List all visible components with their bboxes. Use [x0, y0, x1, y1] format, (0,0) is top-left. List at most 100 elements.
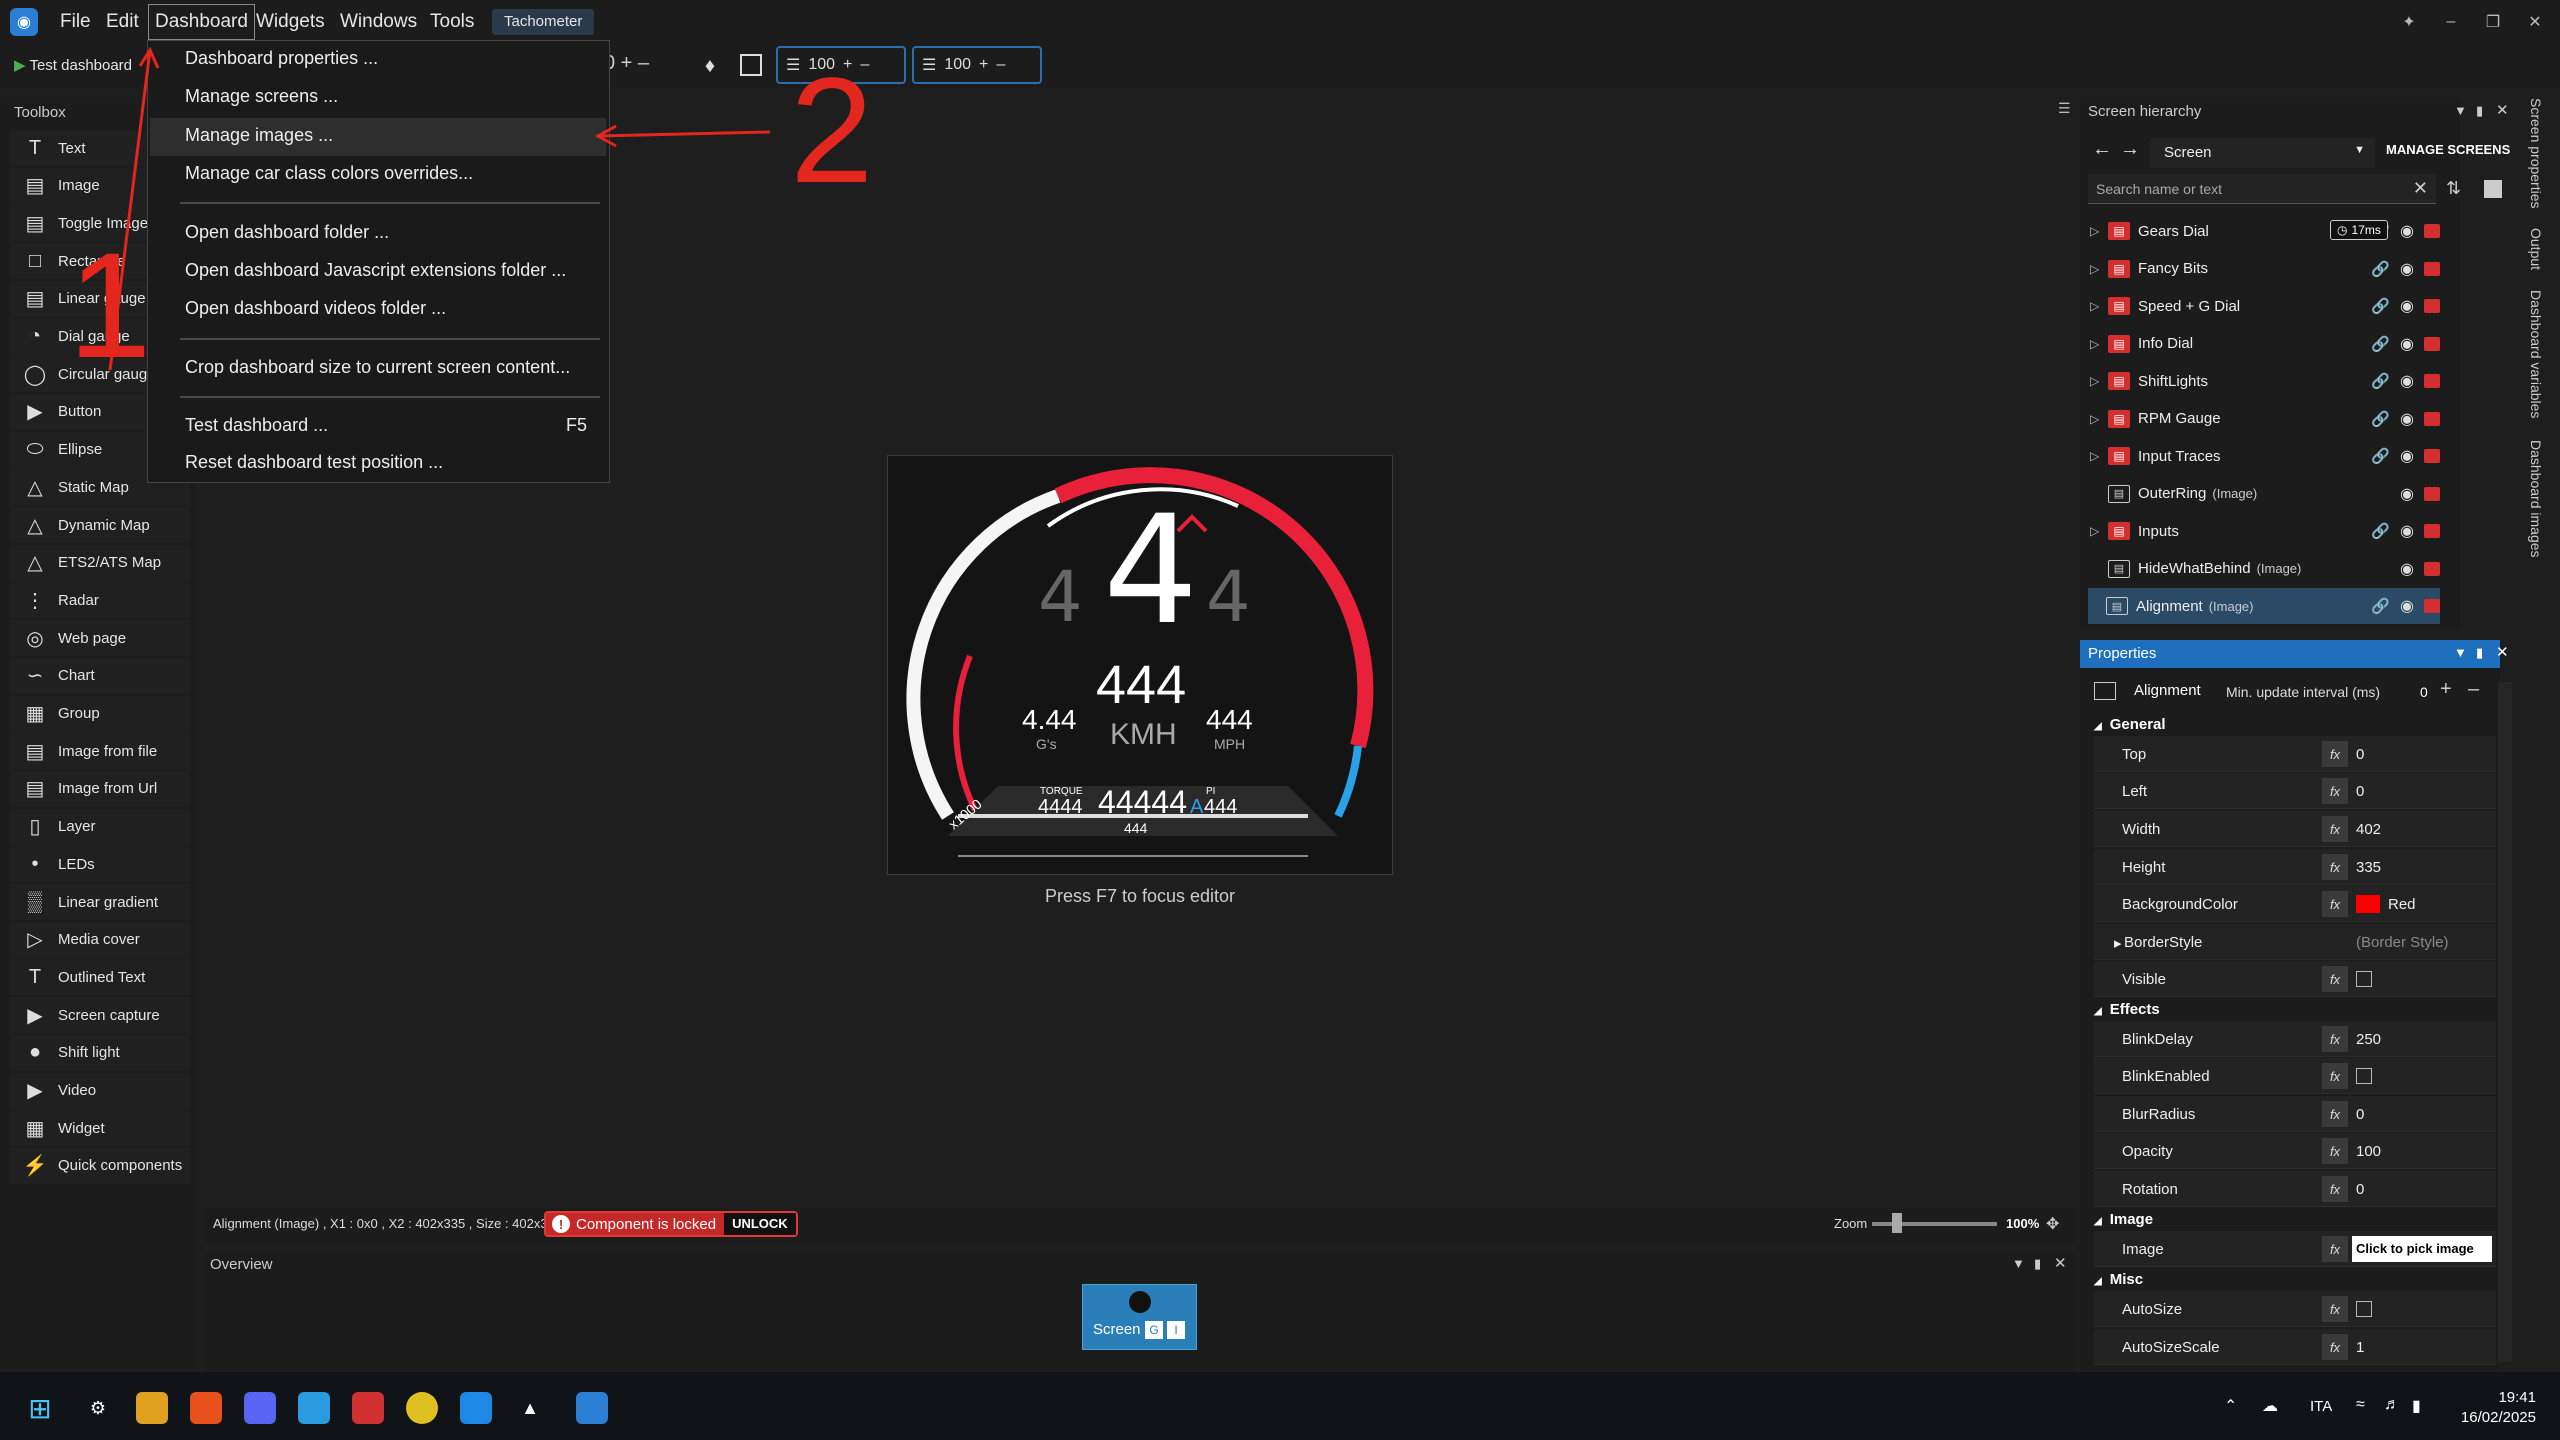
expand-arrow-icon[interactable]: ▷ — [2090, 262, 2108, 276]
hierarchy-row[interactable]: ▷ ▤ Input Traces 🔗 ◉ — [2090, 438, 2440, 474]
volume-icon[interactable]: ♬ — [2384, 1396, 2400, 1414]
lock-icon[interactable] — [2424, 561, 2440, 576]
properties-scrollbar[interactable] — [2498, 682, 2512, 1362]
lock-icon[interactable] — [2424, 299, 2440, 313]
prop-top[interactable]: Top fx 0 — [2094, 736, 2496, 772]
clipboard-icon[interactable] — [2484, 180, 2502, 198]
manage-screens-button[interactable]: MANAGE SCREENS — [2386, 142, 2510, 157]
lock-icon[interactable] — [2424, 486, 2440, 501]
prop-value[interactable]: 0 — [2356, 783, 2364, 800]
link-icon[interactable]: 🔗 — [2371, 410, 2390, 428]
formula-icon[interactable]: fx — [2322, 741, 2348, 767]
link-icon[interactable]: 🔗 — [2371, 260, 2390, 278]
eye-icon[interactable]: ◉ — [2400, 259, 2414, 279]
autosize-checkbox[interactable] — [2356, 1301, 2372, 1317]
blink-checkbox[interactable] — [2356, 1068, 2372, 1084]
prop-visible[interactable]: Visible fx — [2094, 961, 2496, 997]
hierarchy-row[interactable]: ▷ ▤ Info Dial 🔗 ◉ — [2090, 326, 2440, 362]
eye-icon[interactable]: ◉ — [2400, 484, 2414, 504]
prop-value[interactable]: 250 — [2356, 1031, 2381, 1048]
hierarchy-row[interactable]: ▷ ▤ Speed + G Dial 🔗 ◉ — [2090, 288, 2440, 324]
link-icon[interactable]: 🔗 — [2371, 372, 2390, 390]
eye-icon[interactable]: ◉ — [2400, 371, 2414, 391]
expand-arrow-icon[interactable]: ▷ — [2090, 524, 2108, 538]
tab-screen-properties[interactable]: Screen properties — [2528, 98, 2544, 209]
lock-icon[interactable] — [2424, 449, 2440, 463]
properties-menu-icon[interactable]: ▼ — [2454, 645, 2467, 660]
prop-left[interactable]: Left fx 0 — [2094, 773, 2496, 809]
prop-value[interactable]: 335 — [2356, 859, 2381, 876]
hierarchy-row[interactable]: ▷ ▤ ShiftLights 🔗 ◉ — [2090, 363, 2440, 399]
prop-borderstyle[interactable]: ▸ BorderStyle (Border Style) — [2094, 924, 2496, 960]
properties-pin-icon[interactable]: ▮ — [2476, 645, 2483, 661]
hierarchy-close-icon[interactable]: ✕ — [2496, 101, 2509, 119]
eye-icon[interactable]: ◉ — [2400, 521, 2414, 541]
link-icon[interactable]: 🔗 — [2371, 447, 2390, 465]
formula-icon[interactable]: fx — [2322, 1063, 2348, 1089]
prop-autosize[interactable]: AutoSize fx — [2094, 1291, 2496, 1327]
prop-height[interactable]: Height fx 335 — [2094, 849, 2496, 885]
forward-arrow-icon[interactable]: → — [2120, 138, 2140, 161]
eye-icon[interactable]: ◉ — [2400, 446, 2414, 466]
language-indicator[interactable]: ITA — [2310, 1398, 2332, 1415]
store-icon[interactable] — [298, 1392, 330, 1424]
formula-icon[interactable]: fx — [2322, 1296, 2348, 1322]
expand-arrow-icon[interactable]: ▷ — [2090, 224, 2108, 238]
pick-image-button[interactable]: Click to pick image — [2352, 1236, 2492, 1262]
expand-arrow-icon[interactable]: ▷ — [2090, 412, 2108, 426]
hierarchy-row[interactable]: ▤ HideWhatBehind (Image) ◉ — [2090, 551, 2440, 587]
properties-close-icon[interactable]: ✕ — [2496, 643, 2509, 661]
link-icon[interactable]: 🔗 — [2371, 335, 2390, 353]
windows-start-icon[interactable]: ⊞ — [24, 1392, 56, 1424]
taskbar-clock[interactable]: 19:41 16/02/2025 — [2440, 1388, 2536, 1428]
lock-icon[interactable] — [2424, 224, 2440, 238]
eye-icon[interactable]: ◉ — [2400, 221, 2414, 241]
formula-icon[interactable]: fx — [2322, 1334, 2348, 1360]
eye-icon[interactable]: ◉ — [2400, 596, 2414, 616]
formula-icon[interactable]: fx — [2322, 854, 2348, 880]
eye-icon[interactable]: ◉ — [2400, 409, 2414, 429]
expand-arrow-icon[interactable]: ▷ — [2090, 449, 2108, 463]
tab-dashboard-variables[interactable]: Dashboard variables — [2528, 290, 2544, 418]
expand-icon[interactable]: ▸ — [2114, 934, 2122, 952]
prop-rotation[interactable]: Rotation fx 0 — [2094, 1171, 2496, 1207]
onedrive-icon[interactable]: ☁ — [2262, 1396, 2278, 1416]
clear-search-icon[interactable]: ✕ — [2413, 178, 2428, 199]
formula-icon[interactable]: fx — [2322, 1026, 2348, 1052]
formula-icon[interactable]: fx — [2322, 1101, 2348, 1127]
prop-width[interactable]: Width fx 402 — [2094, 811, 2496, 847]
prop-value[interactable]: 0 — [2356, 1106, 2364, 1123]
plus-icon[interactable]: + — [2440, 678, 2452, 701]
link-icon[interactable]: 🔗 — [2371, 522, 2390, 540]
eye-icon[interactable]: ◉ — [2400, 296, 2414, 316]
expand-arrow-icon[interactable]: ▷ — [2090, 337, 2108, 351]
back-arrow-icon[interactable]: ← — [2092, 138, 2112, 161]
prop-value[interactable]: Red — [2388, 896, 2416, 913]
prop-value[interactable]: (Border Style) — [2356, 934, 2449, 951]
hierarchy-menu-icon[interactable]: ▼ — [2454, 103, 2467, 118]
brave-browser-icon[interactable] — [190, 1392, 222, 1424]
lock-icon[interactable] — [2424, 411, 2440, 426]
prop-value[interactable]: 0 — [2356, 746, 2364, 763]
link-icon[interactable]: 🔗 — [2371, 597, 2390, 615]
lock-icon[interactable] — [2424, 524, 2440, 538]
screen-select[interactable]: Screen ▼ — [2150, 138, 2375, 168]
discord-icon[interactable] — [244, 1392, 276, 1424]
prop-value[interactable]: 100 — [2356, 1143, 2381, 1160]
prop-value[interactable]: 402 — [2356, 821, 2381, 838]
formula-icon[interactable]: fx — [2322, 1138, 2348, 1164]
prop-value[interactable]: 0 — [2356, 1181, 2364, 1198]
formula-icon[interactable]: fx — [2322, 891, 2348, 917]
eye-icon[interactable]: ◉ — [2400, 559, 2414, 579]
search-input[interactable]: Search name or text ✕ — [2088, 174, 2436, 204]
hierarchy-row[interactable]: ▷ ▤ RPM Gauge 🔗 ◉ — [2090, 401, 2440, 437]
formula-icon[interactable]: fx — [2322, 778, 2348, 804]
prop-blurradius[interactable]: BlurRadius fx 0 — [2094, 1096, 2496, 1132]
expand-arrow-icon[interactable]: ▷ — [2090, 374, 2108, 388]
prop-blinkdelay[interactable]: BlinkDelay fx 250 — [2094, 1021, 2496, 1057]
swap-icon[interactable]: ⇅ — [2446, 178, 2461, 199]
file-explorer-icon[interactable] — [136, 1392, 168, 1424]
tray-chevron-icon[interactable]: ⌃ — [2224, 1396, 2237, 1416]
game-launcher-icon[interactable] — [352, 1392, 384, 1424]
eye-icon[interactable]: ◉ — [2400, 334, 2414, 354]
